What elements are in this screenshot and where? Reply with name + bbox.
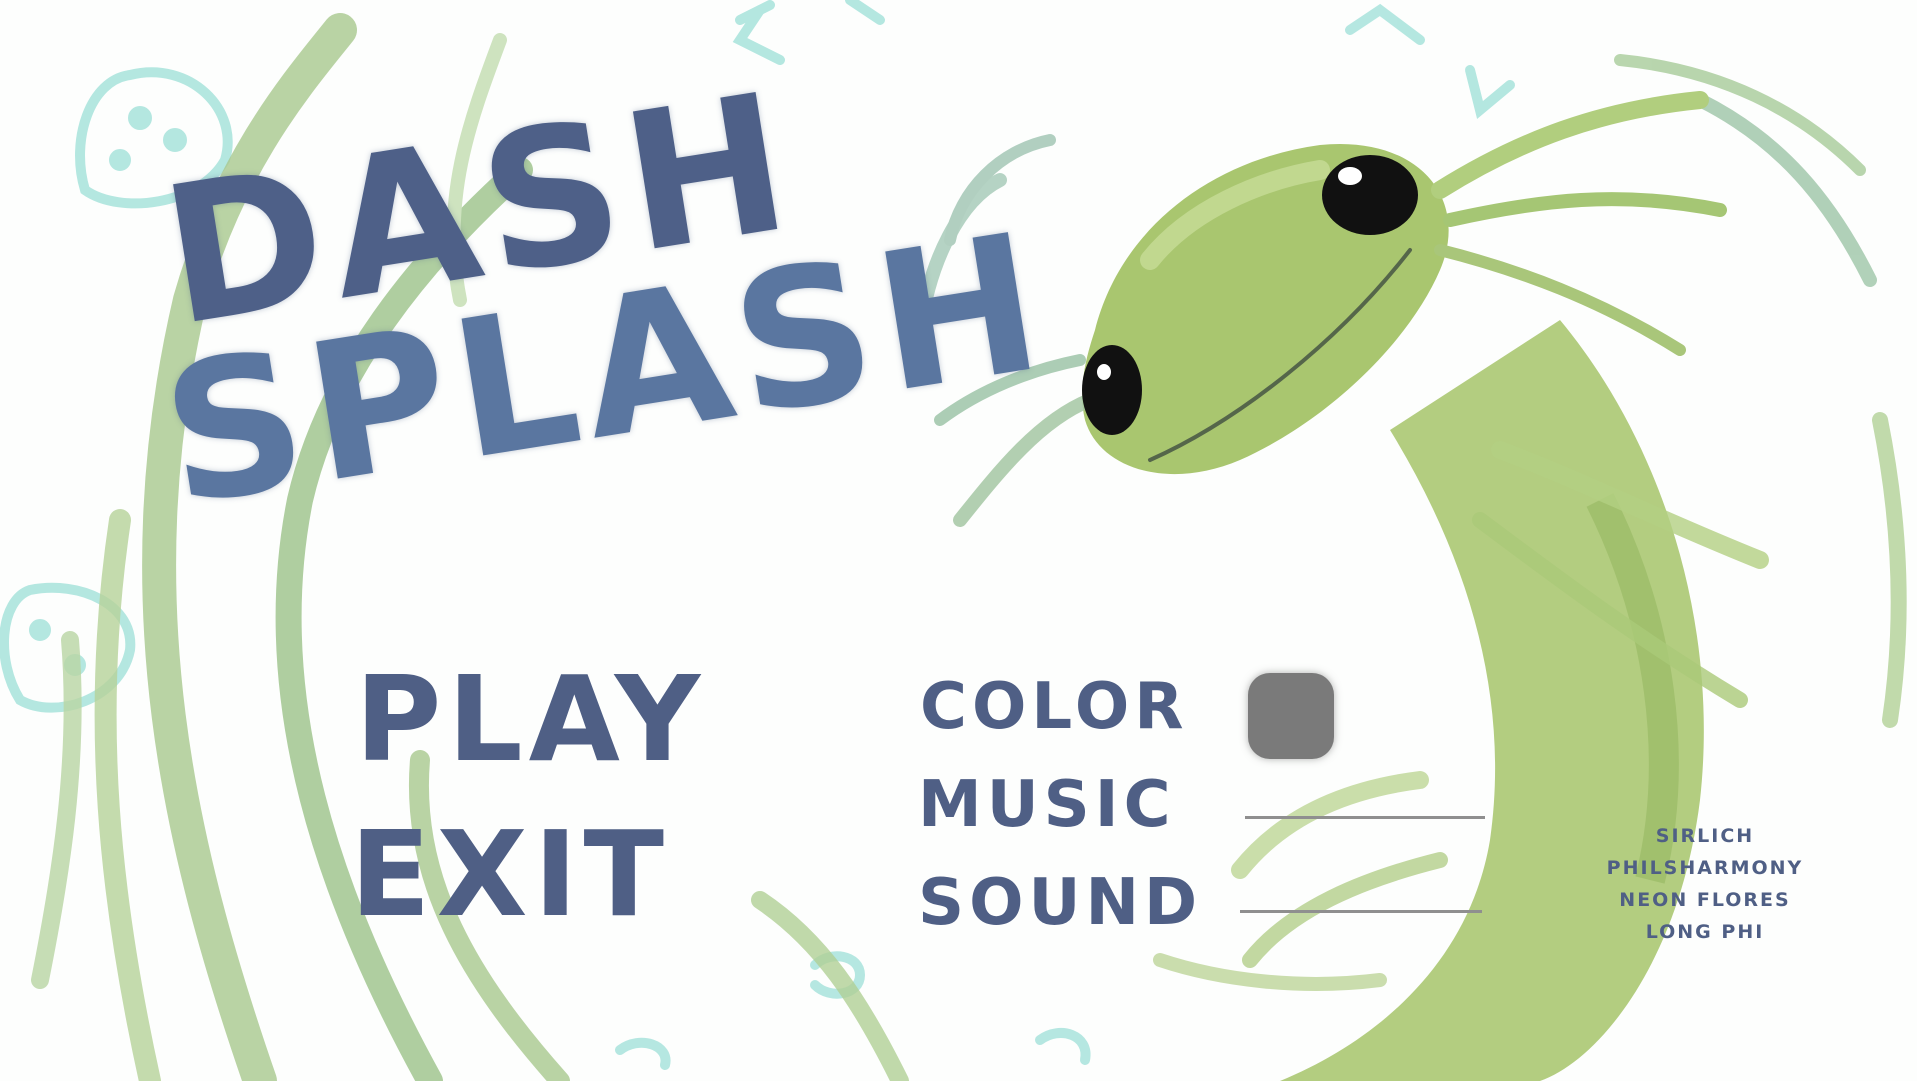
credit-name: SIRLICH — [1655, 825, 1755, 847]
credit-name: PHILSHARMONY — [1606, 857, 1804, 879]
sound-volume-slider[interactable] — [1240, 910, 1482, 913]
music-volume-slider[interactable] — [1245, 816, 1485, 819]
credits-list: SIRLICH PHILSHARMONY NEON FLORES LONG PH… — [1590, 820, 1820, 948]
creature-eye-icon — [1322, 155, 1418, 235]
exit-button[interactable]: EXIT — [350, 805, 670, 943]
color-swatch-button[interactable] — [1248, 673, 1334, 759]
credit-name: NEON FLORES — [1619, 889, 1791, 911]
sound-option-label: SOUND — [918, 866, 1203, 940]
title-screen: DASH SPLASH PLAY EXIT COLOR MUSIC SOUND … — [0, 0, 1917, 1081]
color-option-label: COLOR — [920, 670, 1189, 744]
credit-name: LONG PHI — [1645, 921, 1765, 943]
music-option-label: MUSIC — [918, 768, 1176, 842]
play-button[interactable]: PLAY — [355, 650, 706, 788]
